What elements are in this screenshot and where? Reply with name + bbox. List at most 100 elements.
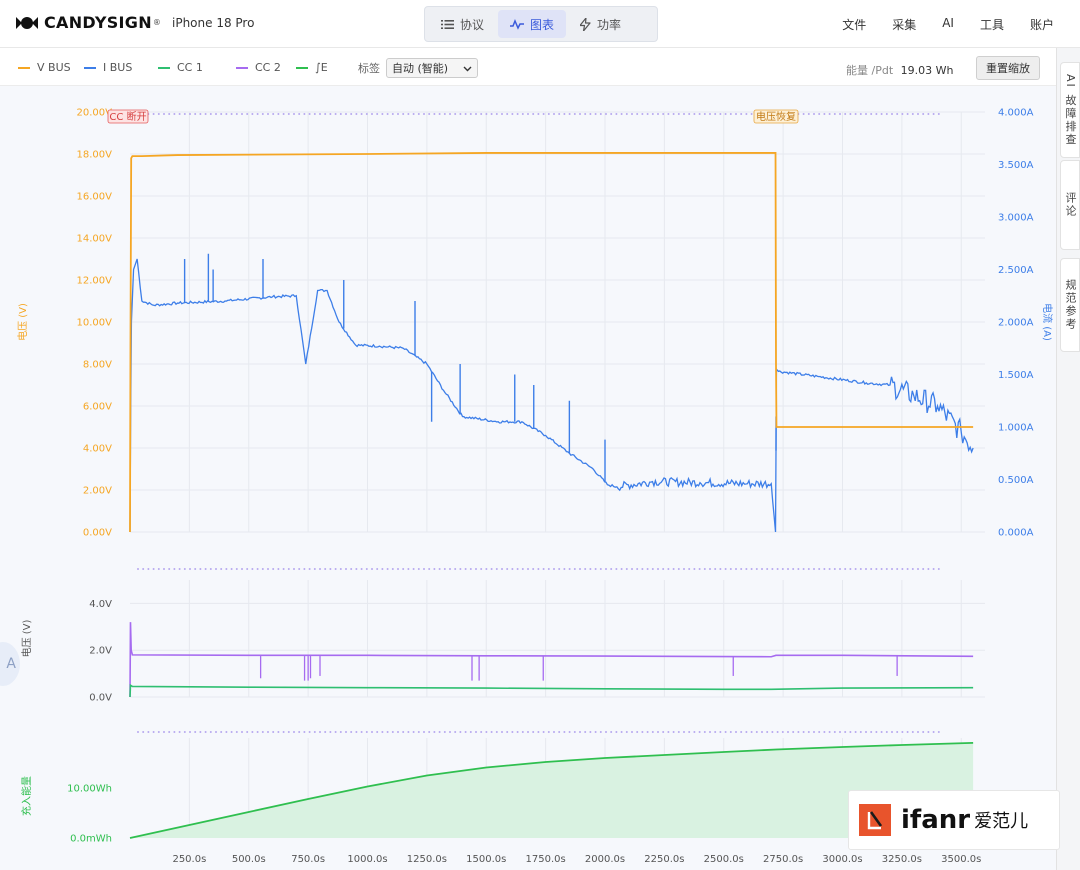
event-marker <box>298 113 301 115</box>
menu-file[interactable]: 文件 <box>842 16 866 33</box>
event-marker <box>865 568 867 570</box>
event-marker <box>319 568 321 570</box>
event-marker <box>532 568 535 570</box>
event-marker <box>137 731 139 733</box>
event-marker <box>345 568 347 570</box>
event-marker <box>475 731 477 733</box>
event-marker <box>833 731 836 733</box>
tab-chart[interactable]: 图表 <box>498 10 567 38</box>
menu-tools[interactable]: 工具 <box>980 16 1004 33</box>
event-marker <box>563 731 566 733</box>
reset-zoom-button[interactable]: 重置缩放 <box>976 56 1040 80</box>
event-marker <box>631 731 633 733</box>
tab-power[interactable]: 功率 <box>568 10 633 38</box>
event-marker <box>901 113 904 115</box>
event-marker <box>880 113 883 115</box>
top-bar: CANDYSIGN ® iPhone 18 Pro 协议 图表 功率 文件 采集… <box>0 0 1080 48</box>
event-marker <box>199 568 202 570</box>
event-marker <box>183 113 186 115</box>
event-marker <box>693 568 696 570</box>
series-cc2-line <box>129 622 974 698</box>
legend-item-cc2[interactable]: CC 2 <box>236 61 281 74</box>
event-marker <box>698 568 701 570</box>
tab-label: 图表 <box>530 17 555 32</box>
event-marker <box>709 731 711 733</box>
series-ibus-line <box>129 258 974 533</box>
registered-mark: ® <box>152 18 161 27</box>
menu-ai[interactable]: AI <box>942 16 954 33</box>
event-marker <box>797 568 800 570</box>
event-marker <box>334 568 337 570</box>
event-marker <box>303 568 306 570</box>
event-marker <box>168 568 171 570</box>
legend-item-vbus[interactable]: V BUS <box>18 61 71 74</box>
event-marker <box>485 113 488 115</box>
side-tab-spec-reference[interactable]: 规范参考 <box>1060 258 1080 352</box>
event-marker <box>381 113 384 115</box>
menu-account[interactable]: 账户 <box>1030 16 1054 33</box>
event-marker <box>724 568 727 570</box>
event-marker <box>865 731 867 733</box>
y-tick-label: 0.00V <box>83 528 112 539</box>
event-marker <box>854 113 857 115</box>
event-marker <box>246 731 249 733</box>
event-marker <box>677 113 680 115</box>
event-marker <box>423 113 425 115</box>
event-marker <box>844 113 847 115</box>
brand[interactable]: CANDYSIGN ® <box>16 13 161 32</box>
event-marker <box>932 568 935 570</box>
event-marker <box>735 731 737 733</box>
event-marker <box>532 113 535 115</box>
event-marker <box>324 731 327 733</box>
event-marker <box>308 731 311 733</box>
event-marker <box>241 731 243 733</box>
tab-protocol[interactable]: 协议 <box>429 10 496 38</box>
event-marker <box>438 568 441 570</box>
event-marker <box>917 731 919 733</box>
y2-tick-label: 3.000A <box>998 213 1034 224</box>
event-marker <box>631 568 633 570</box>
label-select-label: 标签 <box>358 62 380 75</box>
series-energy-area <box>130 742 974 838</box>
legend-item-cc1[interactable]: CC 1 <box>158 61 203 74</box>
event-marker <box>360 731 363 733</box>
menu-capture[interactable]: 采集 <box>892 16 916 33</box>
x-tick-label: 2500.0s <box>704 854 744 865</box>
label-mode-select[interactable]: 自动 (智能) <box>386 58 478 78</box>
event-marker <box>402 113 405 115</box>
event-marker <box>204 731 207 733</box>
event-marker <box>594 568 597 570</box>
event-marker <box>750 568 753 570</box>
event-marker <box>267 731 269 733</box>
event-marker <box>277 568 280 570</box>
event-marker <box>927 113 930 115</box>
event-marker <box>183 568 186 570</box>
event-marker <box>724 731 727 733</box>
x-tick-label: 3500.0s <box>941 854 981 865</box>
event-marker <box>620 113 623 115</box>
event-marker <box>412 568 415 570</box>
chart-canvas[interactable]: 0.00V 2.00V 4.00V 6.00V 8.00V 10.00V 12.00V 14.… <box>0 86 1056 870</box>
chart-area[interactable]: 0.00V 2.00V 4.00V 6.00V 8.00V 10.00V 12.00V 14.… <box>0 86 1056 870</box>
event-marker <box>433 731 436 733</box>
event-marker <box>345 731 347 733</box>
event-marker <box>480 113 483 115</box>
event-marker <box>173 568 176 570</box>
event-marker <box>927 731 930 733</box>
legend-item-ibus[interactable]: I BUS <box>84 61 132 74</box>
top-menu: 文件 采集 AI 工具 账户 <box>816 16 1054 33</box>
event-marker <box>235 568 238 570</box>
event-marker <box>542 731 545 733</box>
legend-item-energy[interactable]: ∫E <box>296 61 328 74</box>
event-marker <box>651 731 654 733</box>
event-marker <box>511 568 514 570</box>
event-marker <box>220 731 223 733</box>
event-marker <box>178 731 181 733</box>
event-marker <box>823 731 826 733</box>
side-tab-ai-troubleshoot[interactable]: AI 故障排查 <box>1060 62 1080 158</box>
event-marker <box>506 731 509 733</box>
side-tab-comments[interactable]: 评论 <box>1060 160 1080 250</box>
event-marker <box>464 113 467 115</box>
event-marker <box>168 113 171 115</box>
event-marker <box>324 113 327 115</box>
